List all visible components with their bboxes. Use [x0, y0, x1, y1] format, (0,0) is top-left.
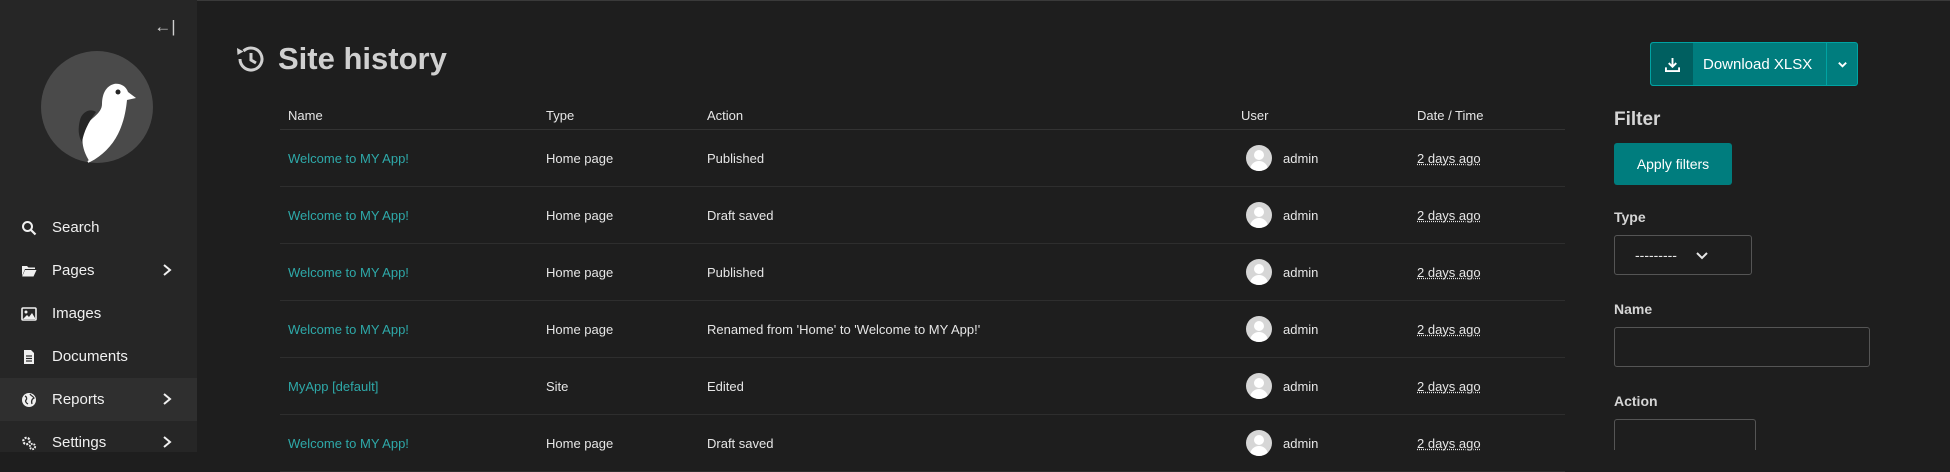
document-icon [20, 348, 38, 366]
sidebar-item-label: Search [52, 219, 100, 236]
row-name-link[interactable]: Welcome to MY App! [288, 322, 409, 337]
table-row: Welcome to MY App! Home page Draft saved… [280, 186, 1565, 244]
row-type: Home page [538, 129, 699, 187]
row-type: Home page [538, 186, 699, 244]
filter-panel: Filter Apply filters Type --------- Name… [1614, 109, 1874, 450]
table-row: Welcome to MY App! Home page Published a… [280, 129, 1565, 187]
column-header-type[interactable]: Type [538, 101, 699, 130]
collapse-icon: ←| [154, 17, 176, 36]
row-user: admin [1283, 150, 1319, 166]
row-name-link[interactable]: Welcome to MY App! [288, 208, 409, 223]
row-type: Site [538, 357, 699, 415]
row-user: admin [1283, 207, 1319, 223]
row-user: admin [1283, 264, 1319, 280]
chevron-right-icon [159, 390, 175, 408]
row-date: 2 days ago [1417, 264, 1481, 280]
collapse-sidebar-button[interactable]: ←| [153, 16, 177, 38]
action-filter-label: Action [1614, 393, 1658, 409]
row-date: 2 days ago [1417, 435, 1481, 451]
sidebar-item-pages[interactable]: Pages [0, 249, 197, 292]
page-header: Site history [233, 41, 447, 77]
column-header-name[interactable]: Name [280, 101, 538, 130]
search-icon [20, 219, 38, 237]
chevron-right-icon [159, 261, 175, 279]
row-action: Published [699, 129, 1233, 187]
row-action: Draft saved [699, 186, 1233, 244]
action-filter-select[interactable] [1614, 419, 1756, 450]
sidebar-item-label: Documents [52, 348, 128, 365]
name-filter-label: Name [1614, 301, 1653, 317]
row-date: 2 days ago [1417, 321, 1481, 337]
table-row: MyApp [default] Site Edited admin 2 days… [280, 357, 1565, 415]
row-action: Renamed from 'Home' to 'Welcome to MY Ap… [699, 300, 1233, 358]
type-filter-value: --------- [1635, 247, 1677, 263]
row-date: 2 days ago [1417, 378, 1481, 394]
row-name-link[interactable]: Welcome to MY App! [288, 436, 409, 451]
table-row: Welcome to MY App! Home page Published a… [280, 243, 1565, 301]
history-icon [233, 42, 267, 76]
history-table: Name Type Action User Date / Time Welcom… [280, 101, 1565, 472]
row-type: Home page [538, 243, 699, 301]
row-type: Home page [538, 414, 699, 472]
row-action: Published [699, 243, 1233, 301]
main-content: Site history Download XLSX Name Type Act… [197, 0, 1950, 472]
sidebar-item-reports[interactable]: Reports [0, 378, 197, 421]
sidebar-item-label: Reports [52, 391, 105, 408]
cogs-icon [20, 434, 38, 452]
avatar [1246, 373, 1272, 399]
filter-title: Filter [1614, 109, 1661, 130]
apply-filters-button[interactable]: Apply filters [1614, 143, 1732, 185]
avatar [1246, 259, 1272, 285]
row-user: admin [1283, 321, 1319, 337]
avatar [1246, 145, 1272, 171]
download-label: Download XLSX [1703, 55, 1813, 73]
row-name-link[interactable]: Welcome to MY App! [288, 265, 409, 280]
row-action: Edited [699, 357, 1233, 415]
sidebar-item-settings[interactable]: Settings [0, 421, 197, 464]
sidebar-item-search[interactable]: Search [0, 206, 197, 249]
column-header-date[interactable]: Date / Time [1409, 101, 1565, 130]
row-user: admin [1283, 378, 1319, 394]
chevron-down-icon [1696, 252, 1708, 260]
row-name-link[interactable]: MyApp [default] [288, 379, 378, 394]
image-icon [20, 305, 38, 323]
row-date: 2 days ago [1417, 207, 1481, 223]
table-header-row: Name Type Action User Date / Time [280, 101, 1565, 130]
table-row: Welcome to MY App! Home page Renamed fro… [280, 300, 1565, 358]
sidebar: ←| Search Pages Images Documents Reports… [0, 0, 197, 452]
column-header-action[interactable]: Action [699, 101, 1233, 130]
column-header-user[interactable]: User [1233, 101, 1409, 130]
name-filter-input[interactable] [1614, 327, 1870, 367]
row-action: Draft saved [699, 414, 1233, 472]
table-row: Welcome to MY App! Home page Draft saved… [280, 414, 1565, 472]
row-name-link[interactable]: Welcome to MY App! [288, 151, 409, 166]
row-date: 2 days ago [1417, 150, 1481, 166]
avatar [1246, 316, 1272, 342]
chevron-right-icon [159, 433, 175, 451]
download-icon [1651, 43, 1693, 85]
row-user: admin [1283, 435, 1319, 451]
sidebar-item-label: Images [52, 305, 102, 322]
type-filter-label: Type [1614, 209, 1646, 225]
sidebar-item-documents[interactable]: Documents [0, 335, 197, 378]
sidebar-item-label: Pages [52, 262, 95, 279]
sidebar-item-images[interactable]: Images [0, 292, 197, 335]
avatar [1246, 430, 1272, 456]
wagtail-logo[interactable] [40, 50, 154, 164]
globe-icon [20, 391, 38, 409]
row-type: Home page [538, 300, 699, 358]
chevron-down-icon [1837, 61, 1847, 68]
sidebar-item-label: Settings [52, 434, 107, 451]
avatar [1246, 202, 1272, 228]
folder-icon [20, 262, 38, 280]
sidebar-nav: Search Pages Images Documents Reports Se… [0, 206, 197, 464]
type-filter-select[interactable]: --------- [1614, 235, 1752, 275]
download-options-toggle[interactable] [1826, 43, 1857, 85]
download-xlsx-button[interactable]: Download XLSX [1650, 42, 1858, 86]
page-title: Site history [278, 41, 447, 76]
